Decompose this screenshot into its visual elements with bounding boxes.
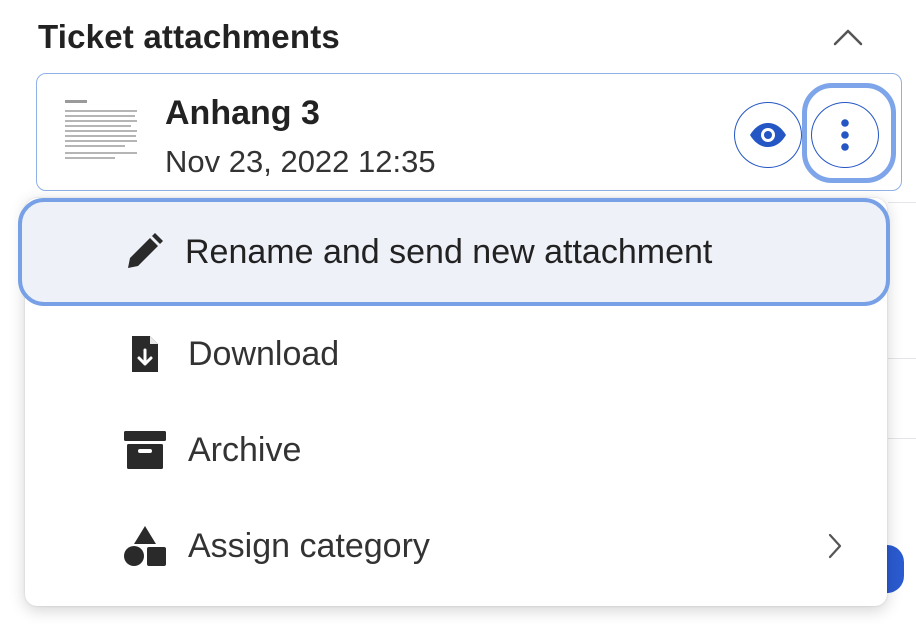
chevron-up-icon [833, 29, 863, 46]
menu-item-label: Rename and send new attachment [185, 232, 713, 271]
menu-item-rename[interactable]: Rename and send new attachment [18, 198, 890, 306]
more-actions-button[interactable] [811, 102, 879, 168]
menu-item-assign-category[interactable]: Assign category [25, 498, 887, 594]
section-title: Ticket attachments [38, 18, 340, 55]
menu-item-download[interactable]: Download [25, 306, 887, 402]
pencil-icon [122, 230, 166, 274]
attachments-section-header: Ticket attachments [38, 14, 878, 60]
menu-item-archive[interactable]: Archive [25, 402, 887, 498]
attachment-actions-menu: Rename and send new attachment Download … [18, 198, 890, 606]
file-download-icon [123, 332, 167, 376]
attachment-thumbnail [61, 94, 141, 170]
chevron-right-icon [825, 531, 845, 561]
document-thumbnail-icon [61, 94, 141, 170]
preview-button[interactable] [734, 102, 802, 168]
menu-item-label: Archive [188, 430, 302, 469]
attachment-name: Anhang 3 [165, 94, 320, 132]
menu-item-label: Assign category [188, 526, 430, 565]
attachment-date: Nov 23, 2022 12:35 [165, 144, 436, 179]
eye-icon [750, 123, 786, 147]
menu-item-label: Download [188, 334, 340, 373]
archive-box-icon [123, 428, 167, 472]
collapse-button[interactable] [828, 20, 868, 54]
vertical-dots-icon [841, 119, 849, 151]
shapes-icon [123, 524, 167, 568]
attachment-card[interactable]: Anhang 3 Nov 23, 2022 12:35 [36, 73, 902, 191]
